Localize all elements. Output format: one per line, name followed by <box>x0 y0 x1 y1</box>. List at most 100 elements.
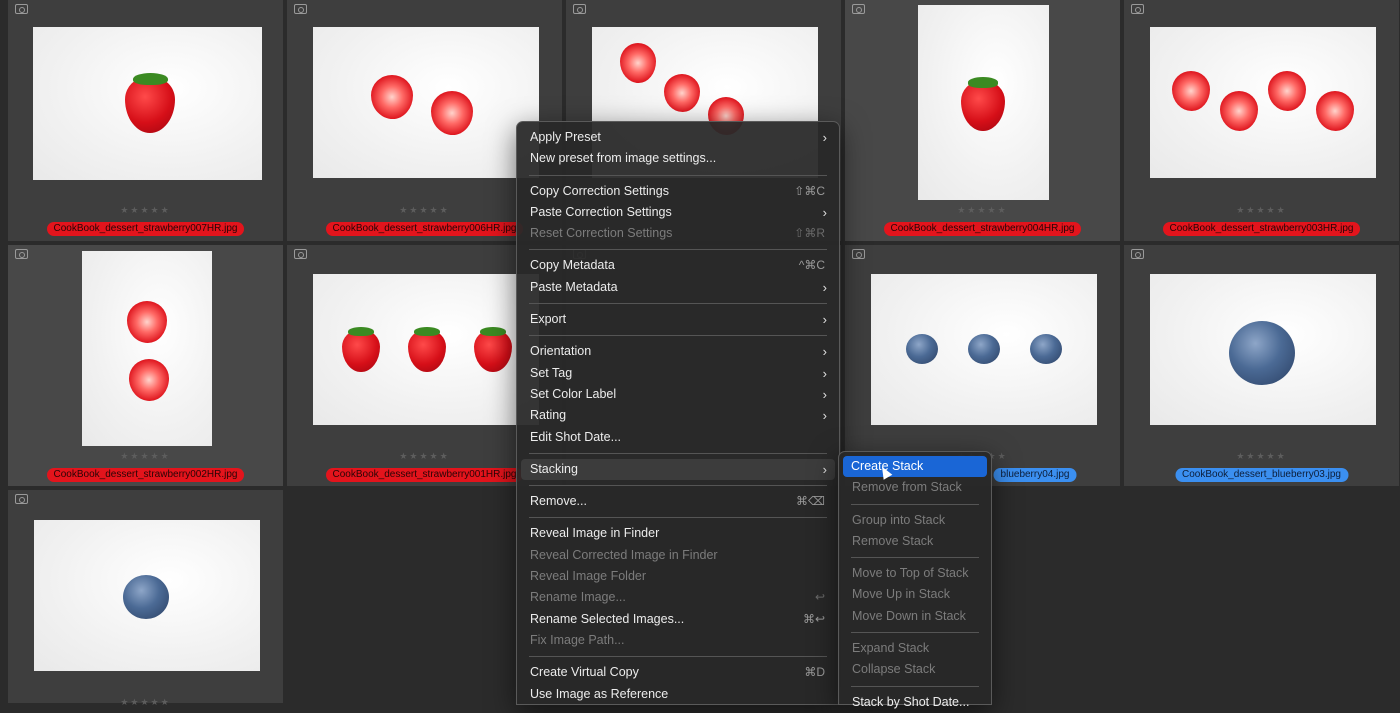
blueberry-image <box>968 334 1000 364</box>
menu-item-rating[interactable]: Rating › <box>517 405 839 426</box>
thumbnail-image[interactable] <box>313 274 539 425</box>
strawberry-half-image <box>1268 71 1306 111</box>
shortcut-label: ⇧⌘R <box>794 226 825 241</box>
chevron-right-icon: › <box>822 130 827 145</box>
chevron-right-icon: › <box>822 461 827 477</box>
thumbnail-cell[interactable]: ★★★★★ <box>8 490 285 708</box>
menu-separator <box>529 517 827 519</box>
chevron-right-icon: › <box>822 279 827 295</box>
camera-icon <box>1131 4 1144 14</box>
menu-separator <box>851 685 979 687</box>
blueberry-image <box>1229 321 1295 385</box>
submenu-item-remove-from-stack: Remove from Stack <box>852 480 962 495</box>
thumbnail-image[interactable] <box>33 27 262 180</box>
filename-label: blueberry04.jpg <box>993 468 1077 482</box>
submenu-item-remove-stack: Remove Stack <box>852 533 934 548</box>
submenu-item-expand-stack: Expand Stack <box>852 641 930 656</box>
filename-label: CookBook_dessert_strawberry003HR.jpg <box>1162 222 1361 236</box>
submenu-item-move-to-top: Move to Top of Stack <box>852 566 969 581</box>
menu-separator <box>851 503 979 505</box>
menu-separator <box>529 335 827 337</box>
menu-item-set-tag[interactable]: Set Tag › <box>517 363 839 384</box>
chevron-right-icon: › <box>822 344 827 360</box>
strawberry-image <box>125 72 175 133</box>
strawberry-half-image <box>1316 91 1354 131</box>
shortcut-label: ⇧⌘C <box>794 183 825 198</box>
strawberry-half-image <box>664 74 700 112</box>
menu-item-remove[interactable]: Remove... ⌘⌫ <box>517 491 839 512</box>
strawberry-image <box>408 326 446 372</box>
thumbnail-cell[interactable]: ★★★★★ CookBook_dessert_strawberry003HR.j… <box>1124 0 1400 243</box>
filename-label: CookBook_dessert_strawberry004HR.jpg <box>883 222 1082 236</box>
rating-stars[interactable]: ★★★★★ <box>1124 205 1399 216</box>
submenu-item-move-down: Move Down in Stack <box>852 608 966 623</box>
strawberry-image <box>961 77 1005 131</box>
thumbnail-image[interactable] <box>313 27 539 178</box>
blueberry-image <box>1030 334 1062 364</box>
strawberry-half-image <box>129 359 169 401</box>
rating-stars[interactable]: ★★★★★ <box>8 697 283 708</box>
menu-item-create-virtual-copy[interactable]: Create Virtual Copy ⌘D <box>517 662 839 683</box>
submenu-item-create-stack[interactable]: Create Stack <box>843 456 987 478</box>
strawberry-half-image <box>371 75 413 119</box>
strawberry-half-image <box>1220 91 1258 131</box>
thumbnail-image[interactable] <box>871 274 1097 425</box>
strawberry-image <box>474 326 512 372</box>
shortcut-label: ⌘D <box>804 665 825 680</box>
menu-item-edit-shot-date[interactable]: Edit Shot Date... <box>517 427 839 448</box>
thumbnail-image[interactable] <box>1150 274 1376 425</box>
stacking-submenu: Create Stack Remove from Stack Group int… <box>838 451 992 709</box>
thumbnail-image[interactable] <box>34 520 260 671</box>
menu-separator <box>529 249 827 251</box>
menu-item-stacking[interactable]: Stacking › <box>521 458 835 481</box>
chevron-right-icon: › <box>822 386 827 402</box>
thumbnail-cell[interactable]: ★★★★★ CookBook_dessert_blueberry03.jpg <box>1124 245 1400 488</box>
menu-separator <box>529 656 827 658</box>
chevron-right-icon: › <box>822 312 827 328</box>
menu-item-copy-metadata[interactable]: Copy Metadata ^⌘C <box>517 255 839 276</box>
menu-item-new-preset[interactable]: New preset from image settings... <box>517 148 839 169</box>
menu-separator <box>851 557 979 559</box>
filename-label: CookBook_dessert_strawberry002HR.jpg <box>46 468 245 482</box>
menu-item-export[interactable]: Export › <box>517 309 839 330</box>
rating-stars[interactable]: ★★★★★ <box>845 205 1120 216</box>
camera-icon <box>15 4 28 14</box>
menu-separator <box>529 174 827 176</box>
rating-stars[interactable]: ★★★★★ <box>8 205 283 216</box>
thumbnail-cell[interactable]: ★★★★★ CookBook_dessert_strawberry002HR.j… <box>8 245 285 488</box>
camera-icon <box>1131 249 1144 259</box>
shortcut-label: ↩ <box>814 590 825 605</box>
chevron-right-icon: › <box>822 365 827 381</box>
submenu-item-collapse-stack: Collapse Stack <box>852 662 936 677</box>
menu-item-paste-metadata[interactable]: Paste Metadata › <box>517 277 839 298</box>
menu-item-copy-correction-settings[interactable]: Copy Correction Settings ⇧⌘C <box>517 181 839 202</box>
camera-icon <box>15 494 28 504</box>
menu-item-apply-preset[interactable]: Apply Preset › <box>517 127 839 148</box>
shortcut-label: ^⌘C <box>798 258 825 273</box>
submenu-item-stack-by-shot-date[interactable]: Stack by Shot Date... <box>839 692 991 713</box>
rating-stars[interactable]: ★★★★★ <box>1124 451 1399 462</box>
blueberry-image <box>906 334 938 364</box>
strawberry-half-image <box>431 91 473 135</box>
menu-item-fix-image-path: Fix Image Path... <box>530 632 625 647</box>
menu-item-use-image-as-reference[interactable]: Use Image as Reference <box>517 684 839 705</box>
camera-icon <box>294 4 307 14</box>
thumbnail-cell[interactable]: ★★★★★ CookBook_dessert_strawberry007HR.j… <box>8 0 285 243</box>
menu-item-orientation[interactable]: Orientation › <box>517 341 839 362</box>
thumbnail-cell[interactable]: ★★★★★ CookBook_dessert_strawberry004HR.j… <box>845 0 1122 243</box>
menu-item-set-color-label[interactable]: Set Color Label › <box>517 384 839 405</box>
menu-item-rename-selected-images[interactable]: Rename Selected Images... ⌘↩ <box>517 609 839 630</box>
rating-stars[interactable]: ★★★★★ <box>8 451 283 462</box>
camera-icon <box>852 249 865 259</box>
submenu-item-move-up: Move Up in Stack <box>852 587 950 602</box>
menu-item-paste-correction-settings[interactable]: Paste Correction Settings › <box>517 202 839 223</box>
thumbnail-image[interactable] <box>82 251 212 446</box>
thumbnail-image[interactable] <box>918 5 1049 200</box>
filename-label: CookBook_dessert_strawberry006HR.jpg <box>325 222 524 236</box>
menu-item-reveal-in-finder[interactable]: Reveal Image in Finder <box>517 523 839 544</box>
camera-icon <box>852 4 865 14</box>
menu-separator <box>529 452 827 454</box>
menu-separator <box>529 303 827 305</box>
thumbnail-image[interactable] <box>1150 27 1376 178</box>
camera-icon <box>294 249 307 259</box>
